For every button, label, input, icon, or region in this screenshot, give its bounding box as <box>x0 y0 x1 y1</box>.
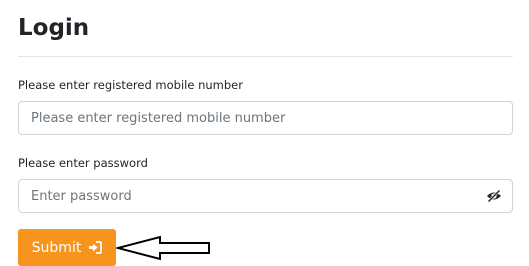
password-label: Please enter password <box>18 156 148 170</box>
submit-label: Submit <box>31 239 82 256</box>
submit-button[interactable]: Submit <box>18 229 116 266</box>
left-arrow-outline-icon <box>116 235 210 261</box>
page-title: Login <box>18 15 90 41</box>
eye-slash-icon[interactable] <box>485 187 503 205</box>
mobile-number-input[interactable] <box>18 101 513 135</box>
password-input[interactable] <box>18 179 513 213</box>
mobile-number-label: Please enter registered mobile number <box>18 78 243 92</box>
title-divider <box>18 56 513 57</box>
sign-in-icon <box>88 241 103 254</box>
login-page: Login Please enter registered mobile num… <box>0 0 529 266</box>
